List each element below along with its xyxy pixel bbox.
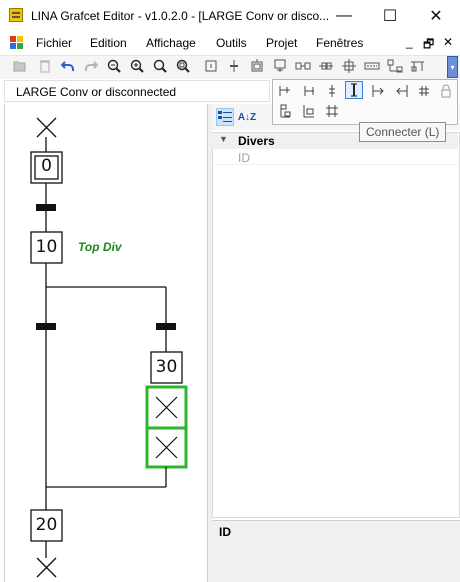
macro-step-icon[interactable]: [272, 58, 288, 74]
mdi-minimize-button[interactable]: _: [406, 35, 413, 49]
insert-multiple-icon[interactable]: [323, 102, 341, 120]
insert-step-icon[interactable]: [276, 82, 294, 100]
jump-icon[interactable]: [387, 58, 403, 74]
insert-below-icon[interactable]: [276, 102, 294, 120]
insert-transition-icon[interactable]: [300, 82, 318, 100]
step-10-comment[interactable]: Top Div: [78, 240, 122, 254]
step-30-number: 30: [155, 357, 178, 377]
step-0-number: 0: [41, 156, 52, 176]
transition-bar[interactable]: [36, 204, 56, 211]
link-forward-icon[interactable]: [369, 82, 387, 100]
property-id-label[interactable]: ID: [238, 151, 250, 165]
property-grid: [212, 132, 460, 518]
initial-step-icon[interactable]: [249, 58, 265, 74]
insert-parallel-icon[interactable]: [300, 102, 318, 120]
toolbar-overflow-button[interactable]: ▾: [447, 56, 458, 78]
property-row-divider: [212, 164, 458, 165]
mdi-close-button[interactable]: ✕: [443, 35, 453, 49]
minimize-button[interactable]: —: [321, 0, 367, 32]
maximize-button[interactable]: ☐: [367, 0, 413, 32]
step-10-number: 10: [35, 237, 58, 257]
selected-empty-step-1[interactable]: [145, 385, 188, 430]
property-category-label: Divers: [238, 134, 275, 148]
link-icon[interactable]: [295, 58, 311, 74]
alphabetical-sort-icon[interactable]: A↓Z: [238, 108, 256, 126]
menu-outils[interactable]: Outils: [216, 36, 247, 50]
categorized-sort-icon[interactable]: [216, 108, 234, 126]
selected-empty-step-2[interactable]: [145, 426, 188, 469]
menu-fenetres[interactable]: Fenêtres: [316, 36, 363, 50]
menu-projet[interactable]: Projet: [266, 36, 297, 50]
split-icon[interactable]: [323, 82, 341, 100]
close-button[interactable]: ✕: [413, 0, 459, 32]
grid-icon[interactable]: [415, 82, 433, 100]
step-20-number: 20: [35, 515, 58, 535]
transition-bar[interactable]: [156, 323, 176, 330]
mdi-restore-button[interactable]: 🗗: [423, 35, 434, 56]
divergence-and-icon[interactable]: [341, 58, 357, 74]
connect-icon[interactable]: [345, 81, 363, 99]
property-description-title: ID: [219, 525, 231, 539]
comment-icon[interactable]: [364, 58, 380, 74]
bottom-cross-marker: [36, 557, 57, 578]
connect-tooltip: Connecter (L): [359, 122, 447, 142]
collapse-caret-icon[interactable]: ▼: [219, 134, 228, 144]
transition-icon[interactable]: [226, 58, 242, 74]
property-description-pane: [212, 520, 460, 582]
grafcet-diagram: [30, 117, 188, 578]
transition-bar[interactable]: [36, 323, 56, 330]
align-icon[interactable]: [410, 58, 426, 74]
link-back-icon[interactable]: [393, 82, 411, 100]
divergence-or-icon[interactable]: [318, 58, 334, 74]
lock-icon[interactable]: [437, 82, 455, 100]
top-cross-marker: [36, 117, 57, 138]
